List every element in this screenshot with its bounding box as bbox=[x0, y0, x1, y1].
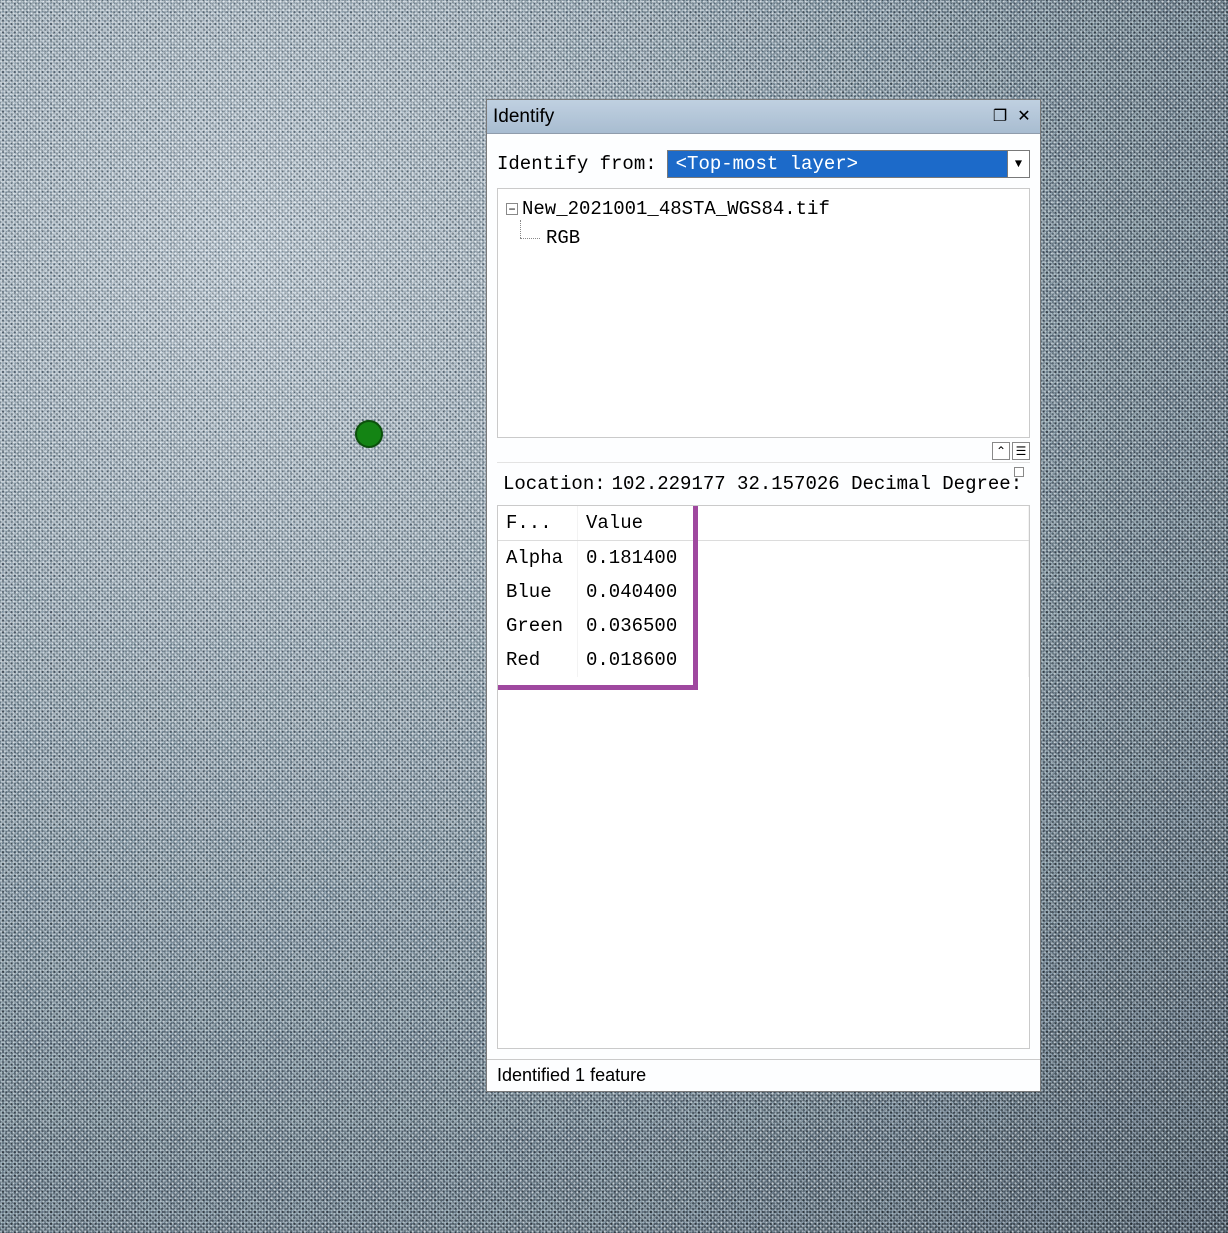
identify-mini-toolbar: ⌃ ☰ bbox=[487, 438, 1040, 462]
tree-collapse-icon[interactable]: − bbox=[506, 203, 518, 215]
tree-root-label: New_2021001_48STA_WGS84.tif bbox=[522, 195, 830, 224]
identify-statusbar: Identified 1 feature bbox=[487, 1059, 1040, 1091]
map-canvas[interactable]: Identify ❐ ✕ Identify from: <Top-most la… bbox=[0, 0, 1228, 1233]
identify-from-label: Identify from: bbox=[497, 153, 657, 175]
table-cell-field: Alpha bbox=[498, 541, 578, 575]
collapse-up-icon[interactable]: ⌃ bbox=[992, 442, 1010, 460]
table-cell-value: 0.181400 bbox=[578, 541, 1029, 575]
tree-child-label: RGB bbox=[546, 227, 580, 249]
identify-titlebar[interactable]: Identify ❐ ✕ bbox=[487, 100, 1040, 134]
location-value: 102.229177 32.157026 Decimal Degree: bbox=[612, 473, 1022, 495]
restore-button[interactable]: ❐ bbox=[990, 107, 1010, 127]
identify-probe-marker bbox=[355, 420, 383, 448]
identify-panel: Identify ❐ ✕ Identify from: <Top-most la… bbox=[486, 99, 1041, 1092]
table-row[interactable]: Green 0.036500 bbox=[498, 609, 1029, 643]
table-row[interactable]: Blue 0.040400 bbox=[498, 575, 1029, 609]
table-cell-field: Red bbox=[498, 643, 578, 677]
identify-tree[interactable]: − New_2021001_48STA_WGS84.tif RGB bbox=[497, 188, 1030, 438]
table-row[interactable]: Alpha 0.181400 bbox=[498, 541, 1029, 575]
table-header: F... Value bbox=[498, 506, 1029, 541]
menu-icon[interactable]: ☰ bbox=[1012, 442, 1030, 460]
identify-from-dropdown[interactable]: <Top-most layer> ▼ bbox=[667, 150, 1030, 178]
location-options-icon[interactable] bbox=[1014, 467, 1024, 477]
tree-root-row[interactable]: − New_2021001_48STA_WGS84.tif bbox=[506, 195, 1021, 224]
identify-title: Identify bbox=[493, 106, 986, 128]
table-cell-value: 0.040400 bbox=[578, 575, 1029, 609]
tree-child-row[interactable]: RGB bbox=[506, 224, 1021, 253]
table-row[interactable]: Red 0.018600 bbox=[498, 643, 1029, 677]
location-label: Location: bbox=[503, 473, 606, 495]
table-cell-value: 0.018600 bbox=[578, 643, 1029, 677]
location-row: Location: 102.229177 32.157026 Decimal D… bbox=[497, 462, 1030, 505]
table-header-field: F... bbox=[498, 506, 578, 540]
close-button[interactable]: ✕ bbox=[1014, 107, 1034, 127]
status-text: Identified 1 feature bbox=[497, 1065, 646, 1086]
table-cell-field: Green bbox=[498, 609, 578, 643]
identify-from-selected: <Top-most layer> bbox=[668, 151, 1007, 177]
identify-from-row: Identify from: <Top-most layer> ▼ bbox=[487, 134, 1040, 188]
table-cell-value: 0.036500 bbox=[578, 609, 1029, 643]
identify-values-table[interactable]: F... Value Alpha 0.181400 Blue 0.040400 … bbox=[497, 505, 1030, 1049]
chevron-down-icon[interactable]: ▼ bbox=[1007, 151, 1029, 177]
table-header-value: Value bbox=[578, 506, 1029, 540]
table-cell-field: Blue bbox=[498, 575, 578, 609]
